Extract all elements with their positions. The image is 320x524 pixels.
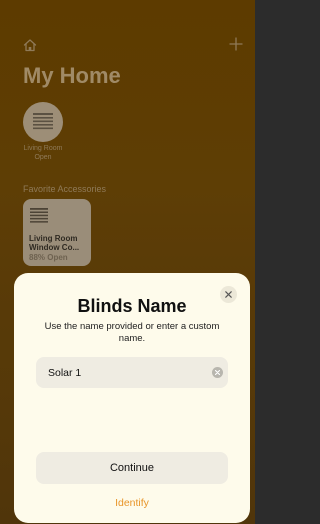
favorites-header: Favorite Accessories [23,184,107,194]
home-screen: My Home Living Room Open Favorite Access… [0,0,255,524]
name-sheet: Blinds Name Use the name provided or ent… [14,273,250,523]
add-icon[interactable] [229,37,243,51]
room-status: Open [34,154,52,161]
accessory-name: Living Room Window Co... [29,234,80,252]
clear-icon [215,370,220,375]
sheet-subtitle: Use the name provided or enter a custom … [44,321,220,344]
blinds-icon [30,208,48,223]
sheet-title: Blinds Name [77,296,187,316]
room-label: Living Room [23,145,63,152]
name-field-container [36,357,228,388]
accessory-status: 88% Open [29,253,68,262]
clear-text-button[interactable] [212,367,223,378]
page-title: My Home [23,63,121,88]
room-caption: Living Room Open [13,144,73,162]
blinds-icon [33,113,53,130]
blinds-name-input[interactable] [48,357,203,388]
accessory-tile-window-covering[interactable]: Living Room Window Co... 88% Open [23,199,91,266]
continue-button[interactable]: Continue [36,452,228,484]
identify-link[interactable]: Identify [14,497,250,509]
home-icon[interactable] [23,38,37,52]
room-button-living-room[interactable] [23,102,63,142]
